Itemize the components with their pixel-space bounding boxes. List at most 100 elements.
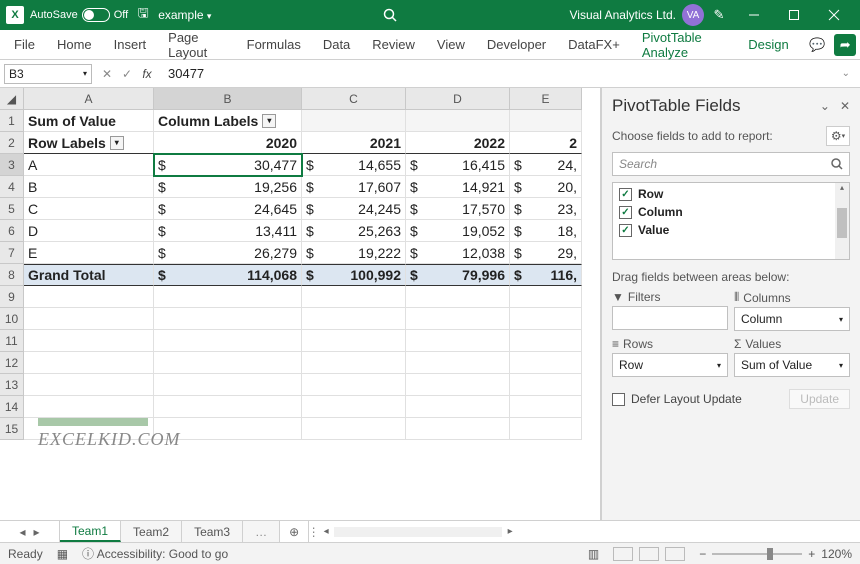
grand-total-value[interactable]: $100,992 <box>302 264 406 286</box>
pivot-value-cell[interactable]: $13,411 <box>154 220 302 242</box>
pivot-value-cell[interactable]: $17,607 <box>302 176 406 198</box>
field-item-value[interactable]: Value <box>613 221 849 239</box>
empty-cell[interactable] <box>406 418 510 440</box>
pivot-value-cell[interactable]: $17,570 <box>406 198 510 220</box>
empty-cell[interactable] <box>302 396 406 418</box>
empty-cell[interactable] <box>24 286 154 308</box>
empty-cell[interactable] <box>510 330 582 352</box>
checkbox-icon[interactable] <box>612 393 625 406</box>
area-filters[interactable]: ▼Filters <box>612 290 728 331</box>
col-header[interactable]: E <box>510 88 582 110</box>
year-column-header[interactable]: 2022 <box>406 132 510 154</box>
zoom-out-icon[interactable]: − <box>699 547 706 561</box>
pivot-value-cell[interactable]: $14,921 <box>406 176 510 198</box>
tab-file[interactable]: File <box>4 30 45 60</box>
worksheet-grid[interactable]: ◢ABCDE1Sum of ValueColumn Labels ▾2Row L… <box>0 88 602 520</box>
sheet-tab-team1[interactable]: Team1 <box>60 521 121 542</box>
area-values[interactable]: ΣValues Sum of Value▾ <box>734 337 850 377</box>
tab-design[interactable]: Design <box>738 30 798 60</box>
tab-view[interactable]: View <box>427 30 475 60</box>
col-header[interactable]: D <box>406 88 510 110</box>
add-sheet-button[interactable]: ⊕ <box>280 521 308 542</box>
row-header[interactable]: 6 <box>0 220 24 242</box>
pivot-value-cell[interactable]: $12,038 <box>406 242 510 264</box>
select-all-corner[interactable]: ◢ <box>0 88 24 110</box>
empty-cell[interactable] <box>154 352 302 374</box>
col-header[interactable]: B <box>154 88 302 110</box>
pivot-value-cell[interactable]: $16,415 <box>406 154 510 176</box>
pivot-value-cell[interactable]: $18, <box>510 220 582 242</box>
row-header[interactable]: 15 <box>0 418 24 440</box>
tab-developer[interactable]: Developer <box>477 30 556 60</box>
pivot-row-label[interactable]: A <box>24 154 154 176</box>
row-header[interactable]: 2 <box>0 132 24 154</box>
defer-layout-checkbox[interactable]: Defer Layout Update <box>612 392 742 406</box>
row-labels-header[interactable]: Row Labels ▾ <box>24 132 154 154</box>
empty-cell[interactable] <box>406 308 510 330</box>
empty-cell[interactable] <box>406 352 510 374</box>
empty-cell[interactable] <box>302 308 406 330</box>
row-header[interactable]: 12 <box>0 352 24 374</box>
area-columns[interactable]: ⦀Columns Column▾ <box>734 290 850 331</box>
pivot-value-cell[interactable]: $24,645 <box>154 198 302 220</box>
empty-cell[interactable] <box>154 286 302 308</box>
col-header[interactable]: A <box>24 88 154 110</box>
row-header[interactable]: 1 <box>0 110 24 132</box>
empty-cell[interactable] <box>302 374 406 396</box>
page-break-view-button[interactable] <box>665 547 685 561</box>
zoom-control[interactable]: − + 120% <box>699 547 852 561</box>
pivot-value-cell[interactable]: $29, <box>510 242 582 264</box>
grand-total-label[interactable]: Grand Total <box>24 264 154 286</box>
pivot-value-cell[interactable]: $30,477 <box>154 154 302 176</box>
chevron-down-icon[interactable]: ▾ <box>110 136 124 150</box>
pivot-row-label[interactable]: B <box>24 176 154 198</box>
year-column-header[interactable]: 2 <box>510 132 582 154</box>
checkbox-icon[interactable] <box>619 206 632 219</box>
empty-cell[interactable] <box>24 308 154 330</box>
empty-cell[interactable] <box>510 352 582 374</box>
empty-cell[interactable] <box>24 352 154 374</box>
tab-home[interactable]: Home <box>47 30 102 60</box>
pivot-value-cell[interactable]: $19,256 <box>154 176 302 198</box>
empty-cell[interactable] <box>302 418 406 440</box>
empty-cell[interactable] <box>406 396 510 418</box>
cancel-icon[interactable]: ✕ <box>98 67 116 81</box>
pen-icon[interactable]: ✎ <box>710 7 728 23</box>
panel-close-icon[interactable]: ✕ <box>840 99 850 113</box>
grand-total-value[interactable]: $79,996 <box>406 264 510 286</box>
sheet-tab-team3[interactable]: Team3 <box>182 521 243 542</box>
pivot-title[interactable]: Sum of Value <box>24 110 154 132</box>
maximize-button[interactable] <box>774 0 814 30</box>
empty-cell[interactable] <box>302 330 406 352</box>
empty-cell[interactable] <box>510 396 582 418</box>
empty-cell[interactable] <box>510 286 582 308</box>
macro-record-icon[interactable]: ▦ <box>57 547 68 561</box>
row-header[interactable]: 5 <box>0 198 24 220</box>
pivot-value-cell[interactable]: $25,263 <box>302 220 406 242</box>
pivot-value-cell[interactable]: $20, <box>510 176 582 198</box>
pivot-row-label[interactable]: C <box>24 198 154 220</box>
panel-collapse-icon[interactable]: ⌄ <box>820 99 830 113</box>
enter-icon[interactable]: ✓ <box>118 67 136 81</box>
sheet-tab-team2[interactable]: Team2 <box>121 521 182 542</box>
tab-data[interactable]: Data <box>313 30 360 60</box>
zoom-slider[interactable] <box>712 553 802 555</box>
sheet-nav[interactable]: ◂▸ <box>0 521 60 542</box>
pivot-value-cell[interactable]: $23, <box>510 198 582 220</box>
row-header[interactable]: 10 <box>0 308 24 330</box>
row-header[interactable]: 4 <box>0 176 24 198</box>
tab-insert[interactable]: Insert <box>104 30 157 60</box>
search-icon[interactable] <box>381 8 399 22</box>
empty-cell[interactable] <box>154 374 302 396</box>
sheet-tab-more[interactable]: … <box>243 521 280 542</box>
grand-total-value[interactable]: $114,068 <box>154 264 302 286</box>
close-button[interactable] <box>814 0 854 30</box>
pivot-value-cell[interactable]: $24, <box>510 154 582 176</box>
normal-view-button[interactable] <box>613 547 633 561</box>
empty-cell[interactable] <box>510 418 582 440</box>
formula-input[interactable]: 30477 <box>162 66 836 81</box>
empty-cell[interactable] <box>406 330 510 352</box>
col-header[interactable]: C <box>302 88 406 110</box>
pivot-value-cell[interactable]: $19,222 <box>302 242 406 264</box>
empty-cell[interactable] <box>24 330 154 352</box>
